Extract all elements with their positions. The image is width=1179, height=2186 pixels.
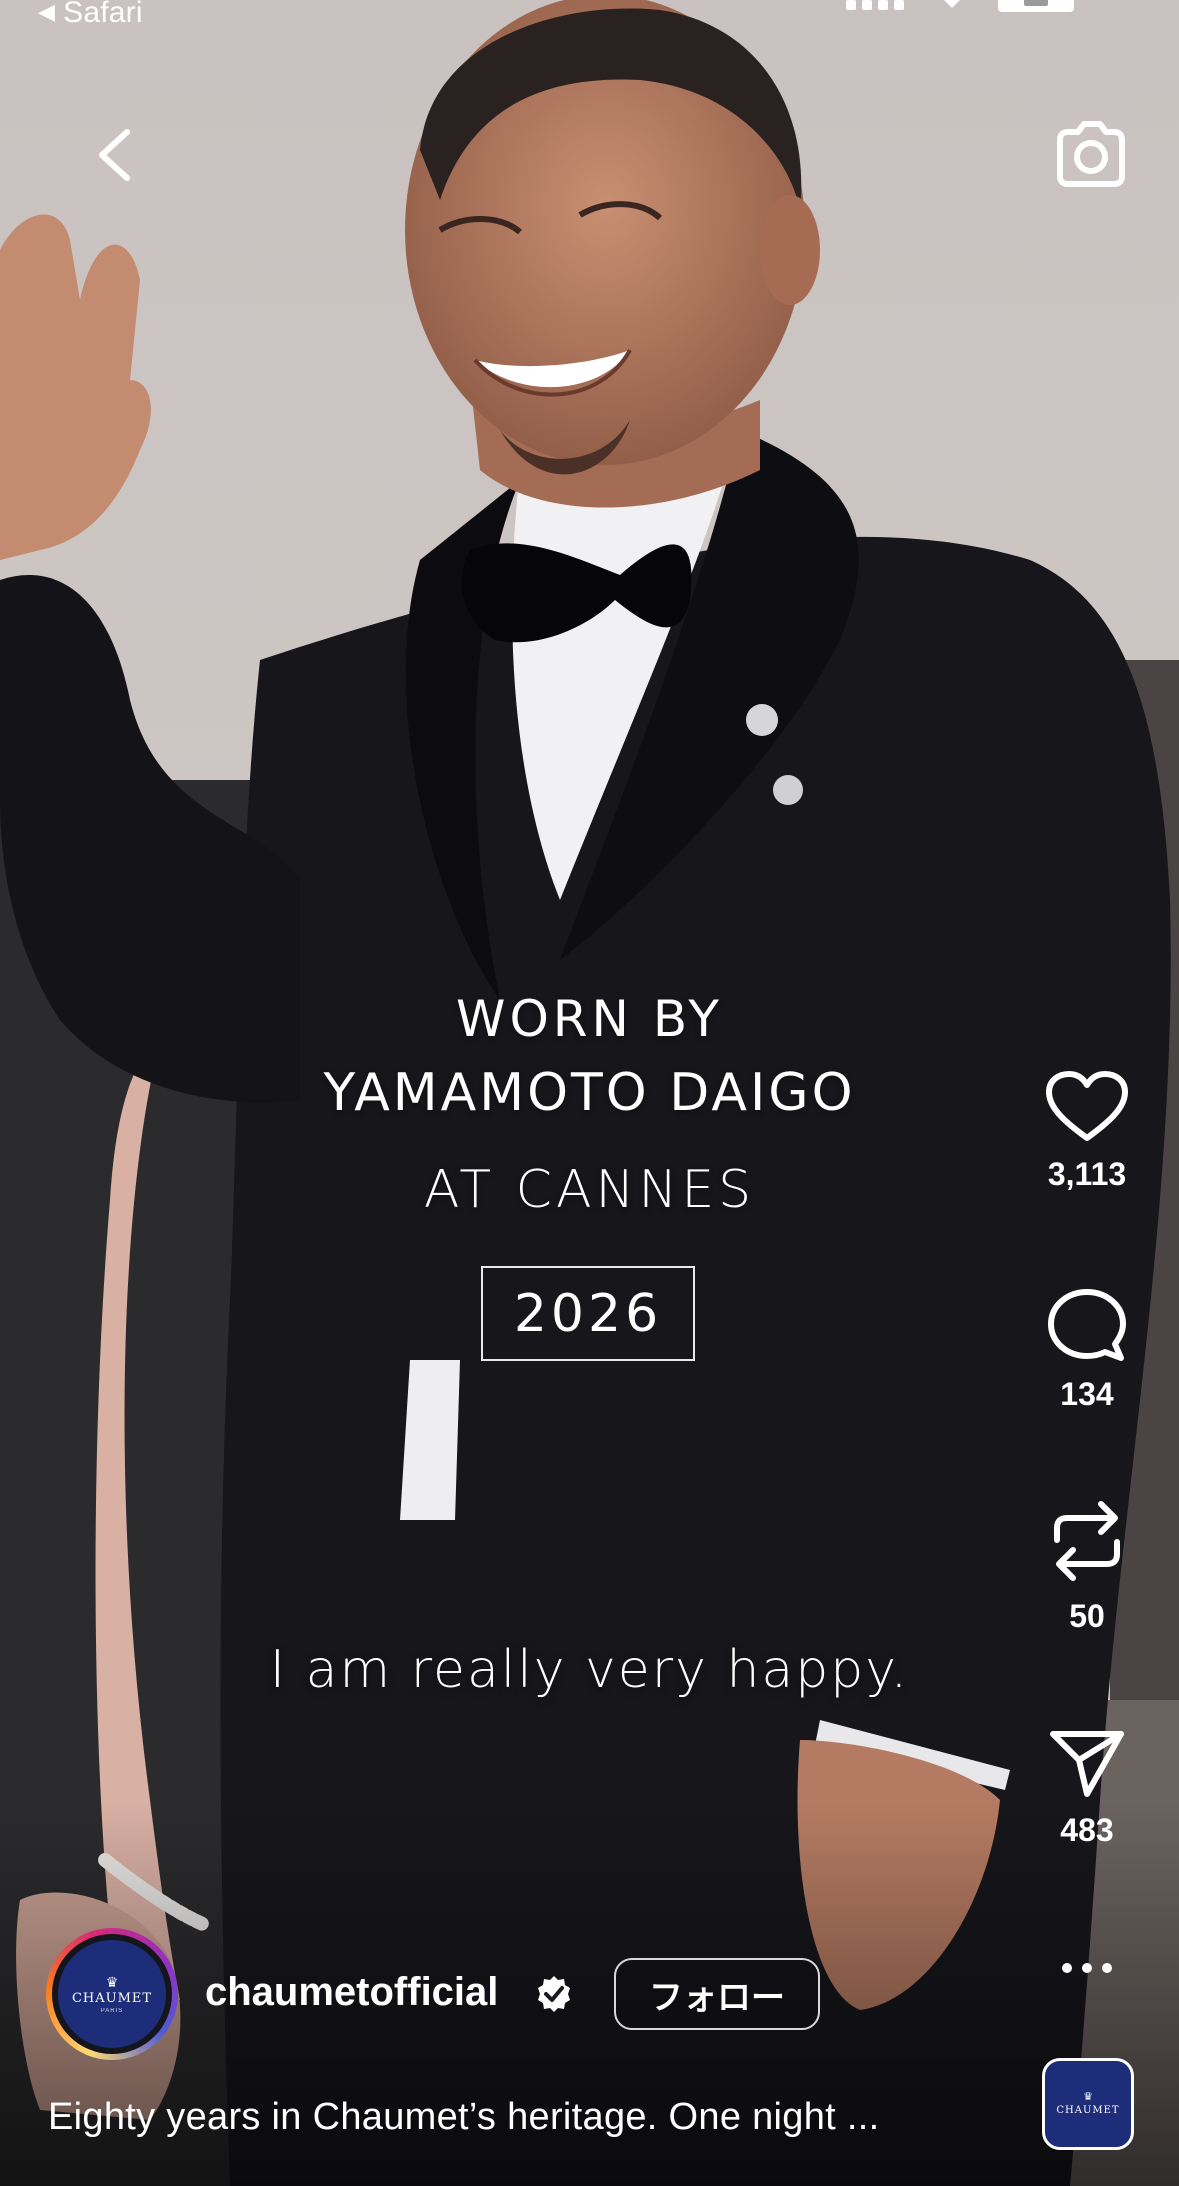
comment-count: 134 xyxy=(1060,1376,1114,1412)
verified-badge-icon xyxy=(538,1976,570,2012)
repost-button[interactable]: 50 xyxy=(1034,1496,1140,1635)
share-button[interactable]: 483 xyxy=(1034,1728,1140,1849)
username-link[interactable]: chaumetofficial xyxy=(205,1970,498,2015)
post-caption[interactable]: Eighty years in Chaumet’s heritage. One … xyxy=(48,2096,879,2139)
overlay-line-location: AT CANNES xyxy=(423,1160,756,1220)
avatar-city-text: PARIS xyxy=(100,2007,124,2014)
chevron-left-icon xyxy=(99,129,130,181)
back-triangle-icon: ◀ xyxy=(38,0,56,24)
wifi-icon xyxy=(944,0,960,8)
like-button[interactable]: 3,113 xyxy=(1034,1070,1140,1193)
profile-avatar-story-ring[interactable]: ♛ CHAUMET PARIS xyxy=(46,1928,178,2060)
follow-button[interactable]: フォロー xyxy=(614,1958,820,2030)
avatar-border: ♛ CHAUMET PARIS xyxy=(52,1934,172,2054)
more-dots-icon[interactable] xyxy=(1060,1960,1114,1976)
crown-crest-icon: ♛ xyxy=(105,1973,119,1990)
comment-bubble-icon xyxy=(1048,1289,1126,1361)
back-to-app-link[interactable]: ◀ Safari xyxy=(38,0,143,30)
like-count: 3,113 xyxy=(1047,1156,1127,1192)
reel-viewer[interactable]: ◀ Safari WORN BY YAMAMOTO DAIGO AT CANNES… xyxy=(0,0,1179,2186)
overlay-line-name: YAMAMOTO DAIGO xyxy=(323,1063,856,1123)
back-button[interactable] xyxy=(80,118,150,188)
battery-icon xyxy=(998,0,1074,12)
repost-count: 50 xyxy=(1069,1598,1105,1634)
send-paper-plane-icon xyxy=(1050,1731,1124,1797)
audio-track-thumbnail[interactable]: ♛ CHAUMET xyxy=(1042,2058,1134,2150)
heart-icon xyxy=(1046,1071,1128,1141)
repost-icon xyxy=(1054,1501,1120,1581)
camera-button[interactable] xyxy=(1048,112,1134,198)
cellular-signal-icon xyxy=(846,0,904,10)
avatar-brand-text: CHAUMET xyxy=(71,1990,153,2006)
avatar: ♛ CHAUMET PARIS xyxy=(58,1940,166,2048)
crown-crest-icon: ♛ xyxy=(1083,2091,1093,2103)
comment-button[interactable]: 134 xyxy=(1034,1288,1140,1413)
audio-brand-text: CHAUMET xyxy=(1056,2105,1120,2116)
overlay-line-worn-by: WORN BY xyxy=(456,990,723,1048)
overlay-quote: I am really very happy. xyxy=(269,1640,910,1700)
camera-icon xyxy=(1057,121,1125,187)
overlay-year-box: 2026 xyxy=(481,1266,695,1361)
status-bar: ◀ Safari xyxy=(0,0,1179,34)
back-app-label: Safari xyxy=(63,0,143,29)
share-count: 483 xyxy=(1060,1812,1114,1848)
